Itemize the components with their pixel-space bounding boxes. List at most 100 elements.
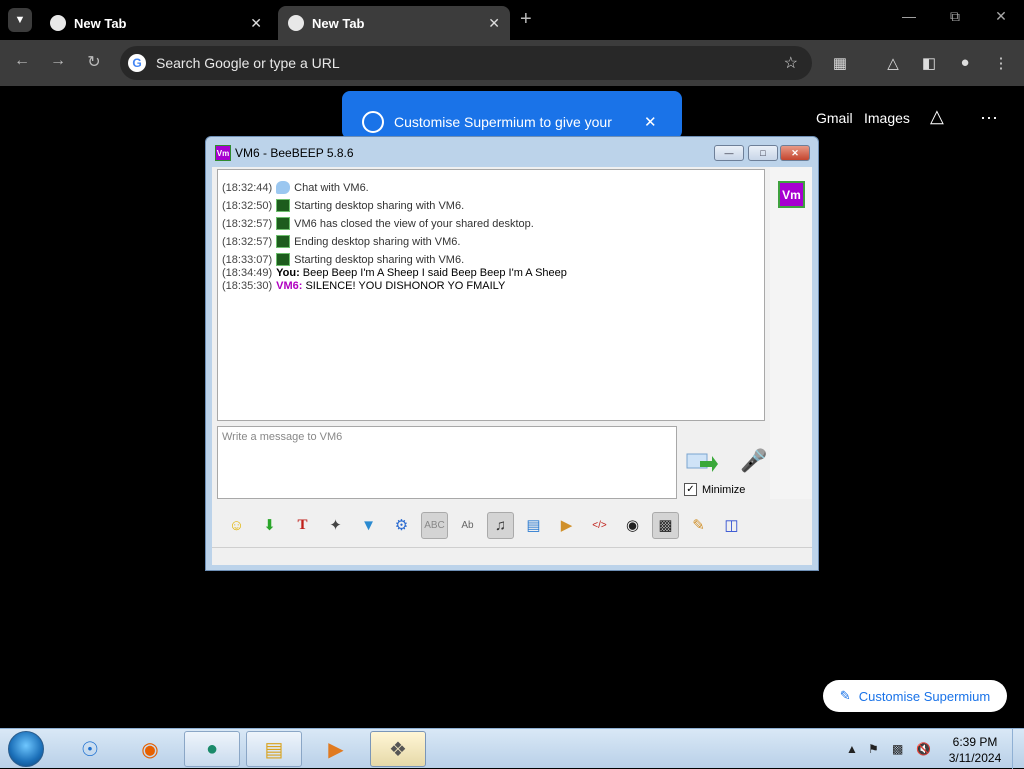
- vm6-avatar[interactable]: Vm: [778, 181, 805, 208]
- color-wand-icon[interactable]: ✦: [322, 512, 349, 539]
- timestamp: (18:32:57): [222, 218, 273, 230]
- promo-close-icon[interactable]: ✕: [644, 113, 657, 131]
- chat-line: (18:33:07) Starting desktop sharing with…: [222, 248, 760, 266]
- chat-line: (18:32:44) Chat with VM6.: [222, 176, 760, 194]
- send-file-folder-icon[interactable]: ▶: [553, 512, 580, 539]
- windows-taskbar: ☉ ◉ ● ▤ ▶ ❖ ▲ ⚑ ▩ 🔇 6:39 PM 3/11/2024: [0, 728, 1024, 769]
- chat-line: (18:34:49) You: Beep Beep I'm A Sheep I …: [222, 266, 760, 279]
- chrome-favicon-icon: [50, 15, 66, 31]
- message-text: Starting desktop sharing with VM6.: [294, 200, 465, 212]
- window-minimize-icon[interactable]: —: [894, 8, 924, 24]
- labs-flask-icon[interactable]: △: [882, 54, 904, 72]
- new-tab-button[interactable]: +: [520, 8, 532, 31]
- music-note-icon[interactable]: ♫: [487, 511, 514, 539]
- customise-promo-banner[interactable]: Customise Supermium to give your ✕: [342, 91, 682, 139]
- network-icon[interactable]: ▩: [892, 742, 903, 756]
- show-hidden-icons-chevron-icon[interactable]: ▲: [846, 742, 858, 756]
- share-desktop-icon[interactable]: ▩: [652, 511, 679, 539]
- firefox-icon[interactable]: ◉: [122, 731, 178, 767]
- tab-search-chevron-icon[interactable]: ▼: [8, 8, 32, 32]
- save-floppy-icon[interactable]: ◫: [718, 512, 745, 539]
- clock-time: 6:39 PM: [952, 735, 998, 749]
- volume-muted-icon[interactable]: 🔇: [916, 742, 931, 756]
- menu-kebab-icon[interactable]: ⋮: [990, 54, 1012, 72]
- desktop-share-icon: [276, 217, 291, 230]
- chat-line: (18:32:57) Ending desktop sharing with V…: [222, 230, 760, 248]
- download-arrow-icon[interactable]: ⬇: [256, 512, 283, 539]
- window-title: VM6 - BeeBEEP 5.8.6: [235, 146, 354, 160]
- tab-close-icon[interactable]: ✕: [488, 15, 500, 32]
- extensions-puzzle-icon[interactable]: ▦: [829, 54, 851, 72]
- browser-tab-1[interactable]: New Tab ✕: [40, 6, 272, 40]
- tab-close-icon[interactable]: ✕: [250, 15, 262, 32]
- show-desktop-button[interactable]: [1012, 729, 1024, 769]
- minimize-window-icon[interactable]: —: [714, 145, 744, 161]
- message-text: SILENCE! YOU DISHONOR YO FMAILY: [305, 280, 506, 292]
- sender-name: You:: [276, 267, 300, 279]
- timestamp: (18:32:50): [222, 200, 273, 212]
- chat-tool-bar: ☺ ⬇ T ✦ ▼ ⚙ ABC Ab ♫ ▤ ▶ </> ◉ ▩ ✎ ◫: [217, 507, 807, 543]
- message-text: Beep Beep I'm A Sheep I said Beep Beep I…: [302, 267, 567, 279]
- gmail-link[interactable]: Gmail: [816, 110, 853, 126]
- window-title-bar[interactable]: Vm VM6 - BeeBEEP 5.8.6 — □ ✕: [206, 137, 818, 167]
- save-chat-icon[interactable]: ▤: [520, 512, 547, 539]
- message-input[interactable]: Write a message to VM6: [217, 426, 677, 499]
- customise-supermium-button[interactable]: ✎ Customise Supermium: [823, 680, 1007, 712]
- internet-explorer-icon[interactable]: ☉: [62, 731, 118, 767]
- side-panel-icon[interactable]: ◧: [918, 54, 940, 72]
- sender-name: VM6:: [276, 280, 303, 292]
- desktop-share-icon: [276, 235, 291, 248]
- close-window-icon[interactable]: ✕: [780, 145, 810, 161]
- minimize-label: Minimize: [702, 483, 746, 496]
- desktop-share-icon: [276, 253, 291, 266]
- beebeep-taskbar-icon[interactable]: ❖: [370, 731, 426, 767]
- lightbulb-icon: [362, 111, 384, 133]
- browser-toolbar: ← → ↻ G Search Google or type a URL ☆ ▦ …: [0, 40, 1024, 86]
- forward-arrow-icon[interactable]: →: [46, 52, 70, 70]
- beebeep-app-icon: Vm: [215, 145, 231, 161]
- labs-flask-icon[interactable]: △: [930, 106, 944, 127]
- start-button-windows-logo-icon[interactable]: [8, 731, 44, 767]
- chat-members-sidebar: Vm: [770, 167, 812, 499]
- google-apps-grid-icon[interactable]: ⋯: [980, 108, 998, 129]
- word-complete-icon[interactable]: Ab: [454, 512, 481, 539]
- clock-date: 3/11/2024: [948, 751, 1002, 765]
- omnibox-placeholder: Search Google or type a URL: [156, 55, 340, 71]
- reload-icon[interactable]: ↻: [82, 52, 106, 72]
- browser-tab-bar: ▼ New Tab ✕ New Tab ✕ + — ⧉ ✕: [0, 0, 1024, 40]
- chat-app-icon[interactable]: ●: [184, 731, 240, 767]
- timestamp: (18:35:30): [222, 280, 273, 292]
- emoticon-smiley-icon[interactable]: ☺: [223, 512, 250, 539]
- omnibox[interactable]: G Search Google or type a URL ☆: [120, 46, 812, 80]
- send-message-icon[interactable]: [686, 451, 718, 475]
- file-explorer-folder-icon[interactable]: ▤: [246, 731, 302, 767]
- checkbox-checked-icon[interactable]: ✓: [684, 483, 697, 496]
- window-restore-icon[interactable]: ⧉: [940, 8, 970, 25]
- bookmark-star-icon[interactable]: ☆: [784, 53, 798, 73]
- browser-tab-2[interactable]: New Tab ✕: [278, 6, 510, 40]
- minimize-checkbox[interactable]: ✓ Minimize: [684, 483, 745, 496]
- chrome-favicon-icon: [288, 15, 304, 31]
- settings-gears-icon[interactable]: ⚙: [388, 512, 415, 539]
- chat-line: (18:32:50) Starting desktop sharing with…: [222, 194, 760, 212]
- timestamp: (18:32:44): [222, 182, 273, 194]
- chat-history[interactable]: (18:32:44) Chat with VM6. (18:32:50) Sta…: [217, 169, 765, 421]
- html-code-icon[interactable]: </>: [586, 512, 613, 539]
- text-font-icon[interactable]: T: [289, 512, 316, 539]
- edit-note-icon[interactable]: ✎: [685, 512, 712, 539]
- spell-check-icon[interactable]: ABC: [421, 511, 448, 539]
- maximize-window-icon[interactable]: □: [748, 145, 778, 161]
- action-center-flag-icon[interactable]: ⚑: [868, 742, 879, 756]
- chat-line: (18:32:57) VM6 has closed the view of yo…: [222, 212, 760, 230]
- filter-funnel-icon[interactable]: ▼: [355, 512, 382, 539]
- voice-message-microphone-icon[interactable]: 🎤: [740, 448, 767, 474]
- system-clock[interactable]: 6:39 PM 3/11/2024: [944, 734, 1006, 766]
- profile-avatar-icon[interactable]: ●: [954, 54, 976, 71]
- images-link[interactable]: Images: [864, 110, 910, 126]
- back-arrow-icon[interactable]: ←: [10, 52, 34, 70]
- screenshot-camera-icon[interactable]: ◉: [619, 512, 646, 539]
- window-close-icon[interactable]: ✕: [986, 8, 1016, 25]
- media-player-icon[interactable]: ▶: [308, 731, 364, 767]
- desktop-share-icon: [276, 199, 291, 212]
- timestamp: (18:32:57): [222, 236, 273, 248]
